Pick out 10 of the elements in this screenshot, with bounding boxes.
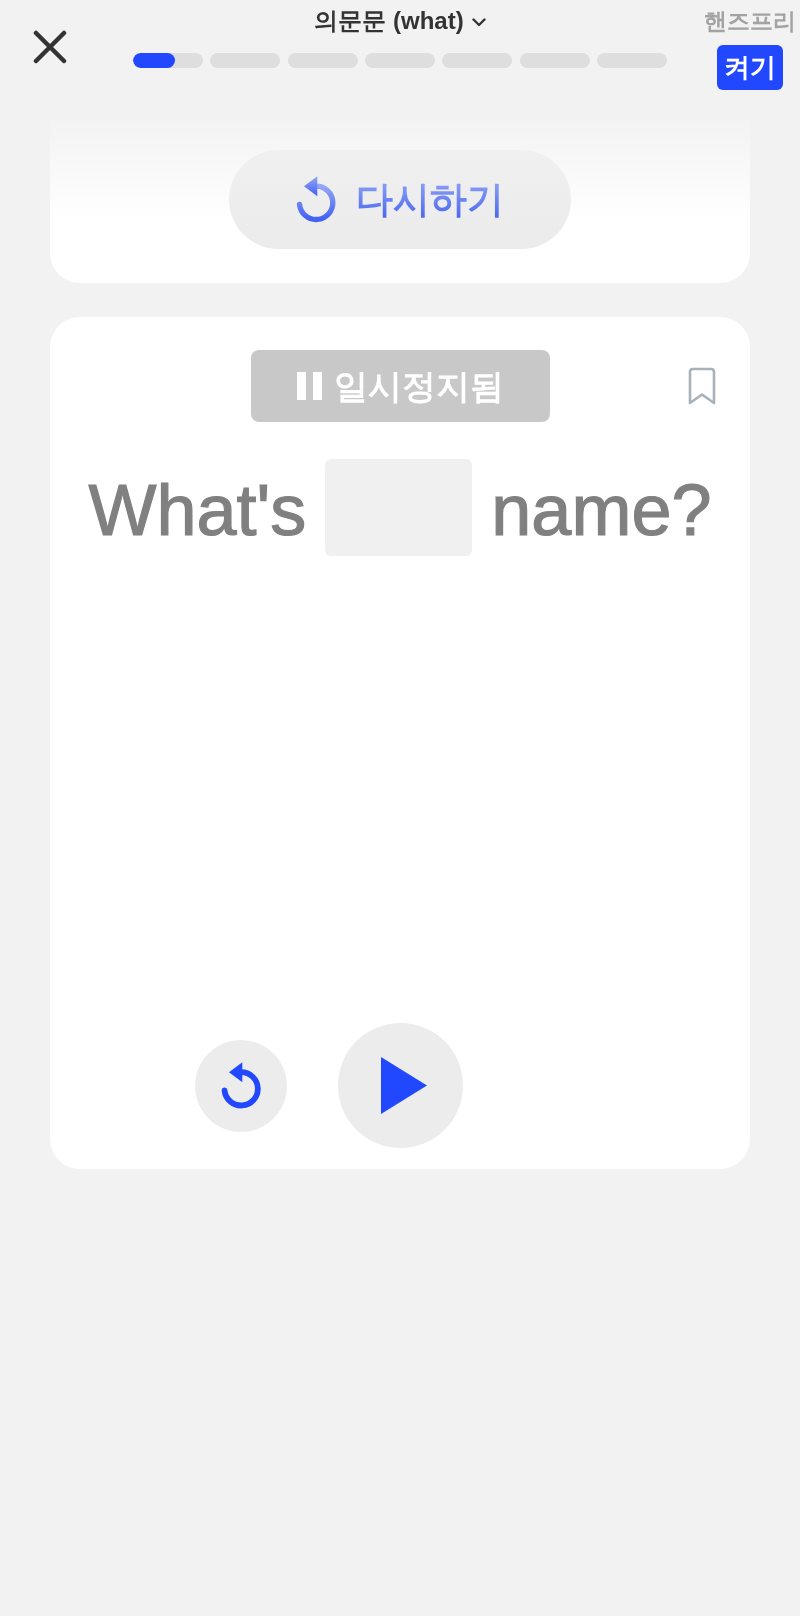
sentence-word: name? bbox=[491, 469, 712, 552]
replay-icon bbox=[220, 1061, 261, 1110]
handsfree-on-button[interactable]: 켜기 bbox=[717, 45, 783, 90]
sentence-word: What's bbox=[88, 469, 307, 552]
handsfree-label: 핸즈프리 bbox=[704, 7, 796, 35]
chevron-down-icon bbox=[471, 17, 486, 27]
pause-icon bbox=[296, 372, 322, 400]
close-icon[interactable] bbox=[33, 30, 67, 64]
retry-icon bbox=[296, 175, 336, 224]
title-dropdown[interactable]: 의문문 (what) bbox=[314, 6, 486, 36]
